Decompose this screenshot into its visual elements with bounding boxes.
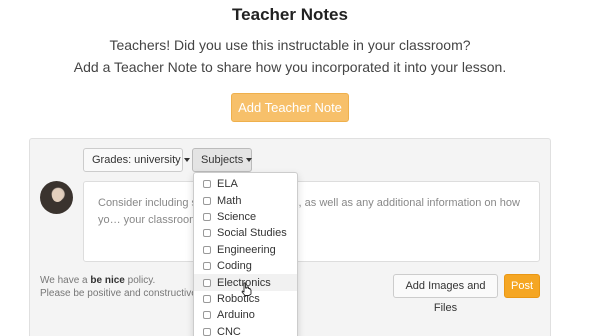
subject-option-engineering[interactable]: Engineering	[194, 242, 297, 258]
add-images-files-button[interactable]: Add Images and Files	[393, 274, 498, 314]
checkbox-icon[interactable]	[203, 278, 211, 287]
checkbox-icon[interactable]	[203, 229, 211, 238]
subject-option-cnc[interactable]: CNC	[194, 324, 297, 336]
add-teacher-note-button[interactable]: Add Teacher Note	[231, 93, 349, 122]
checkbox-icon[interactable]	[203, 180, 211, 189]
policy-line2: Please be positive and constructive.	[40, 288, 200, 299]
caret-down-icon	[183, 158, 190, 163]
page-title: Teacher Notes	[232, 5, 348, 24]
intro-text-line1: Teachers! Did you use this instructable …	[109, 37, 471, 53]
policy-line1: We have a be nice policy.	[40, 275, 156, 286]
grades-filter-button[interactable]: Grades: university	[83, 148, 190, 172]
hand-cursor-icon	[241, 282, 252, 296]
grades-filter-label: Grades: university	[92, 154, 181, 166]
be-nice-link[interactable]: be nice	[90, 275, 124, 286]
subjects-filter-label: Subjects	[201, 154, 244, 166]
subject-option-social-studies[interactable]: Social Studies	[194, 225, 297, 241]
checkbox-icon[interactable]	[203, 311, 211, 320]
post-button[interactable]: Post	[504, 274, 540, 298]
user-avatar	[40, 181, 73, 214]
subject-option-coding[interactable]: Coding	[194, 258, 297, 274]
subjects-filter-button[interactable]: Subjects	[192, 148, 253, 172]
be-nice-policy: We have a be nice policy. Please be posi…	[40, 274, 200, 300]
teacher-note-textarea[interactable]: Consider including st…ssential questions…	[83, 181, 540, 262]
subject-option-science[interactable]: Science	[194, 209, 297, 225]
caret-down-icon	[246, 158, 253, 163]
checkbox-icon[interactable]	[203, 327, 211, 336]
checkbox-icon[interactable]	[203, 245, 211, 254]
checkbox-icon[interactable]	[203, 196, 211, 205]
subject-option-math[interactable]: Math	[194, 192, 297, 208]
checkbox-icon[interactable]	[203, 262, 211, 271]
checkbox-icon[interactable]	[203, 212, 211, 221]
subjects-dropdown-menu: ELA Math Science Social Studies Engineer…	[193, 172, 298, 336]
intro-text-line2: Add a Teacher Note to share how you inco…	[73, 59, 507, 75]
checkbox-icon[interactable]	[203, 294, 211, 303]
subject-option-arduino[interactable]: Arduino	[194, 307, 297, 323]
subject-option-ela[interactable]: ELA	[194, 176, 297, 192]
